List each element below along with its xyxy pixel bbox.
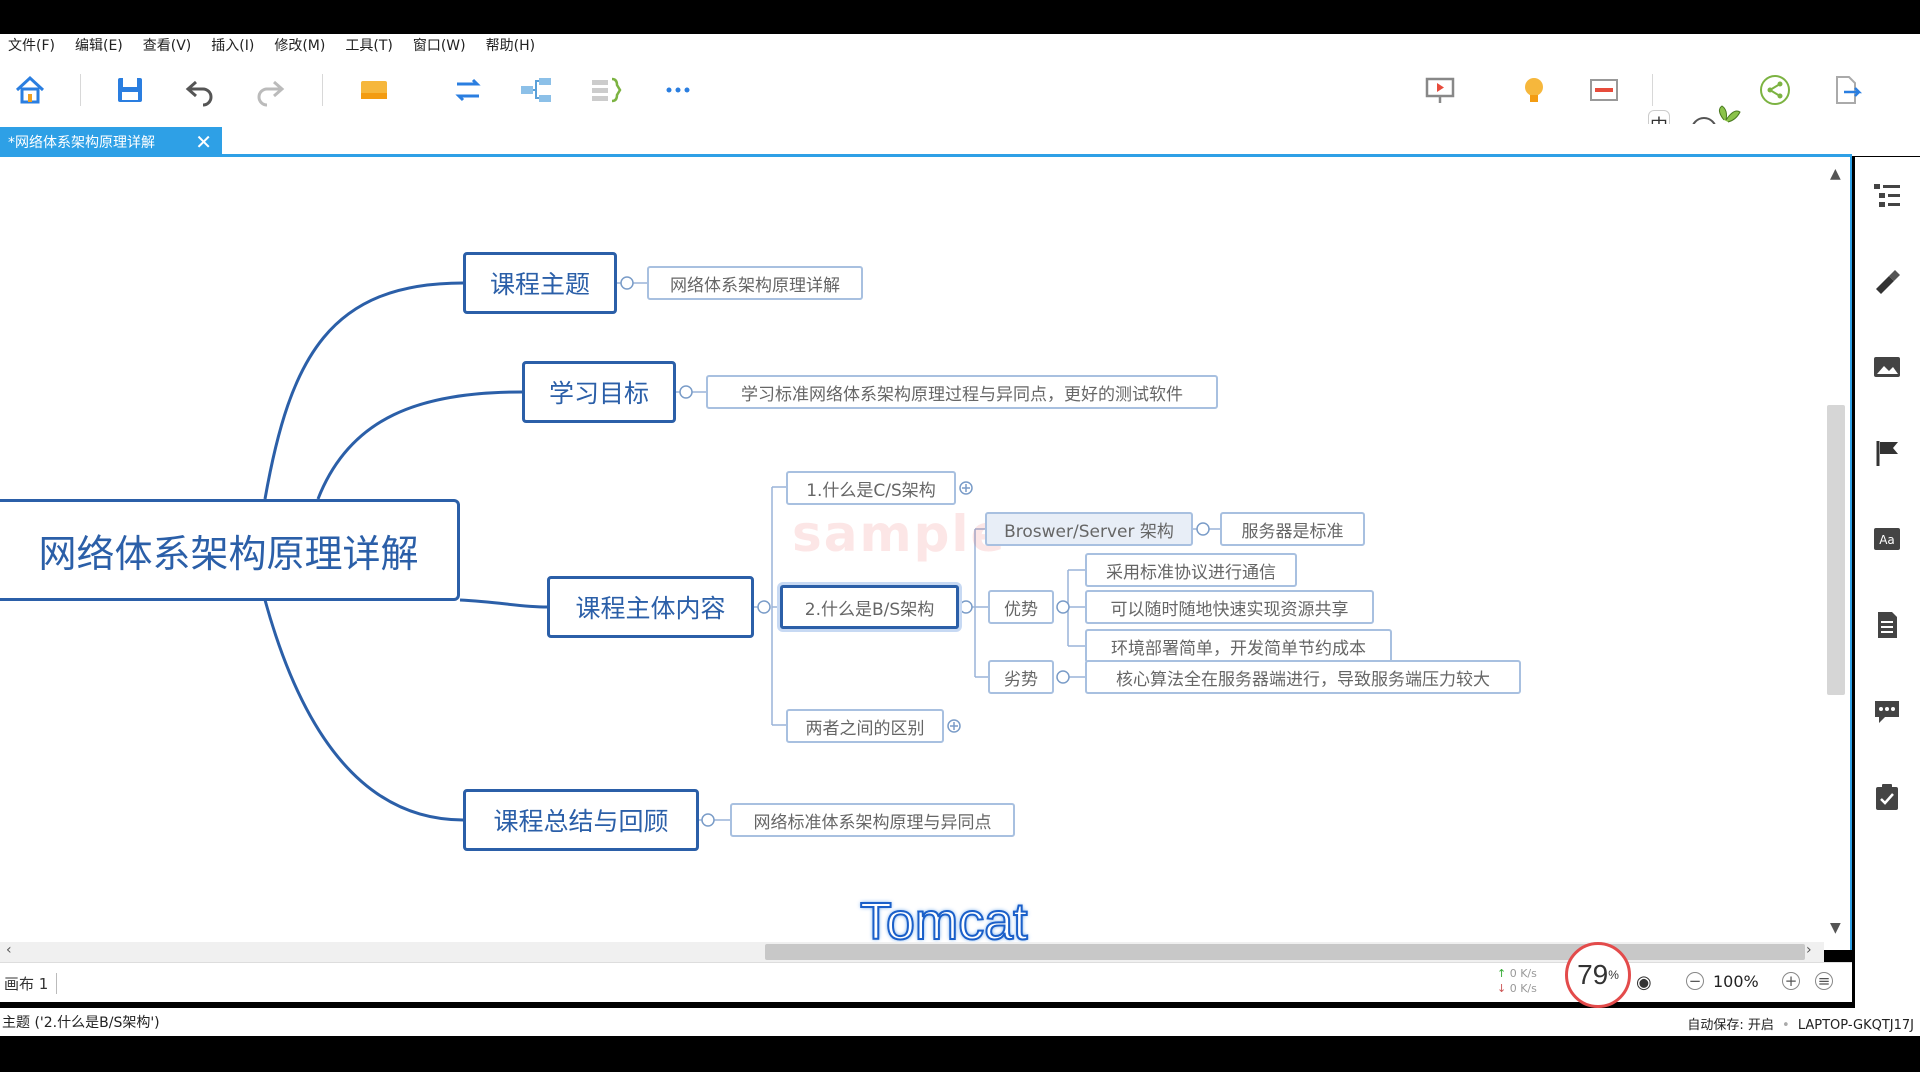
download-speed-unit: K/s: [1520, 982, 1537, 995]
home-icon[interactable]: [12, 72, 48, 108]
upload-speed-unit: K/s: [1520, 967, 1537, 980]
subtopic-summary-detail[interactable]: 网络标准体系架构原理与异同点: [730, 803, 1015, 837]
menu-insert[interactable]: 插入(I): [203, 35, 266, 55]
eye-icon[interactable]: ◉: [1636, 972, 1652, 993]
sheet-tab[interactable]: 画布 1: [4, 973, 58, 994]
document-tab-title: *网络体系架构原理详解: [8, 134, 155, 151]
scroll-down-icon[interactable]: ▼: [1830, 920, 1841, 936]
app-window: 文件(F) 编辑(E) 查看(V) 插入(I) 修改(M) 工具(T) 窗口(W…: [0, 0, 1920, 1072]
subtopic-course-theme-detail[interactable]: 网络体系架构原理详解: [647, 266, 863, 300]
status-bar: 主题 ('2.什么是B/S架构') 自动保存: 开启 • LAPTOP-GKQT…: [0, 1008, 1920, 1036]
menu-window[interactable]: 窗口(W): [405, 35, 478, 55]
close-icon[interactable]: ✕: [195, 130, 212, 154]
undo-icon[interactable]: [182, 72, 218, 108]
network-speed: ↑ 0 K/s ↓ 0 K/s: [1497, 966, 1565, 998]
disadvantage-item-1[interactable]: 核心算法全在服务器端进行，导致服务端压力较大: [1085, 660, 1521, 694]
style-icon[interactable]: [1869, 263, 1905, 299]
menu-file[interactable]: 文件(F): [0, 35, 67, 55]
menu-help[interactable]: 帮助(H): [478, 35, 547, 55]
subtopic-server-standard[interactable]: 服务器是标准: [1220, 512, 1365, 546]
main-topic-course-theme[interactable]: 课程主题: [463, 252, 617, 314]
save-icon[interactable]: [112, 72, 148, 108]
subtopic-difference[interactable]: 两者之间的区别: [786, 709, 944, 743]
gauge-value: 79: [1577, 959, 1609, 990]
document-tab-bar: *网络体系架构原理详解 ✕: [0, 124, 1920, 156]
notes-icon[interactable]: [1869, 607, 1905, 643]
menu-edit[interactable]: 编辑(E): [67, 35, 135, 55]
toolbar-separator: [322, 74, 323, 106]
menu-view[interactable]: 查看(V): [135, 35, 204, 55]
advantage-item-1[interactable]: 采用标准协议进行通信: [1085, 553, 1297, 587]
gauge-unit: %: [1608, 968, 1619, 982]
summary-icon[interactable]: [588, 72, 624, 108]
idea-icon[interactable]: [1516, 72, 1552, 108]
comment-icon[interactable]: [1869, 693, 1905, 729]
relationship-icon[interactable]: [450, 72, 486, 108]
status-right: 自动保存: 开启 • LAPTOP-GKQTJ17J: [1687, 1014, 1914, 1033]
image-icon[interactable]: [1869, 349, 1905, 385]
menu-modify[interactable]: 修改(M): [266, 35, 337, 55]
flag-icon[interactable]: [1869, 435, 1905, 471]
outline-panel-icon[interactable]: [1869, 177, 1905, 213]
menu-bar: 文件(F) 编辑(E) 查看(V) 插入(I) 修改(M) 工具(T) 窗口(W…: [0, 34, 1920, 56]
right-panel: Aa: [1855, 157, 1920, 1008]
watermark: sample: [792, 505, 1007, 563]
outline-icon[interactable]: [1586, 72, 1622, 108]
subtopic-disadvantage[interactable]: 劣势: [988, 660, 1054, 694]
download-speed: 0: [1509, 982, 1517, 995]
subtopic-learning-goal-detail[interactable]: 学习标准网络体系架构原理过程与异同点，更好的测试软件: [706, 375, 1218, 409]
mindmap-canvas[interactable]: sample 网络体系架构原理详解 课程主题 网络体系架构原理详解 学习目标 学…: [0, 157, 1852, 950]
document-tab[interactable]: *网络体系架构原理详解 ✕: [0, 127, 222, 156]
scroll-up-icon[interactable]: ▲: [1830, 166, 1841, 182]
letterbox-bottom: [0, 1036, 1920, 1072]
zoom-in-button[interactable]: +: [1782, 972, 1800, 990]
advantage-item-2[interactable]: 可以随时随地快速实现资源共享: [1085, 590, 1374, 624]
subtopic-browser-server[interactable]: Broswer/Server 架构: [985, 512, 1193, 546]
text-style-icon[interactable]: Aa: [1869, 521, 1905, 557]
status-dot-icon: •: [1782, 1018, 1790, 1033]
topic-icon[interactable]: [356, 72, 392, 108]
autosave-value[interactable]: 开启: [1748, 1018, 1774, 1033]
scroll-left-icon[interactable]: ‹: [6, 942, 12, 958]
toolbar-separator: [80, 74, 81, 106]
zoom-level[interactable]: 100%: [1713, 972, 1759, 991]
presentation-icon[interactable]: [1422, 72, 1458, 108]
autosave-label: 自动保存:: [1687, 1018, 1744, 1033]
export-icon[interactable]: [1828, 72, 1864, 108]
scroll-right-icon[interactable]: ›: [1806, 942, 1812, 958]
subtopic-bs-architecture[interactable]: 2.什么是B/S架构: [780, 585, 959, 629]
main-topic-learning-goal[interactable]: 学习目标: [522, 361, 676, 423]
upload-arrow-icon: ↑: [1497, 967, 1507, 980]
performance-gauge[interactable]: 79%: [1565, 942, 1631, 1008]
status-selected-topic: 主题 ('2.什么是B/S架构'): [2, 1015, 160, 1031]
vertical-scroll-thumb[interactable]: [1827, 405, 1845, 695]
computer-name: LAPTOP-GKQTJ17J: [1797, 1018, 1914, 1033]
more-icon[interactable]: [660, 72, 696, 108]
main-topic-summary[interactable]: 课程总结与回顾: [463, 789, 699, 851]
svg-text:Aa: Aa: [1879, 533, 1895, 547]
root-topic[interactable]: 网络体系架构原理详解: [0, 499, 460, 601]
advantage-item-3[interactable]: 环境部署简单，开发简单节约成本: [1085, 629, 1392, 663]
upload-speed: 0: [1509, 967, 1517, 980]
structure-icon[interactable]: [518, 72, 554, 108]
menu-tools[interactable]: 工具(T): [337, 35, 404, 55]
subtopic-cs-architecture[interactable]: 1.什么是C/S架构: [786, 471, 956, 505]
letterbox-top: [0, 0, 1920, 34]
horizontal-scroll-thumb[interactable]: [765, 944, 1805, 960]
download-arrow-icon: ↓: [1497, 982, 1507, 995]
task-icon[interactable]: [1869, 779, 1905, 815]
redo-icon[interactable]: [252, 72, 288, 108]
main-topic-course-content[interactable]: 课程主体内容: [547, 576, 754, 638]
fit-view-button[interactable]: ≡: [1815, 972, 1833, 990]
subtopic-advantage[interactable]: 优势: [988, 590, 1054, 624]
toolbar: [0, 56, 1920, 150]
zoom-out-button[interactable]: −: [1686, 972, 1704, 990]
